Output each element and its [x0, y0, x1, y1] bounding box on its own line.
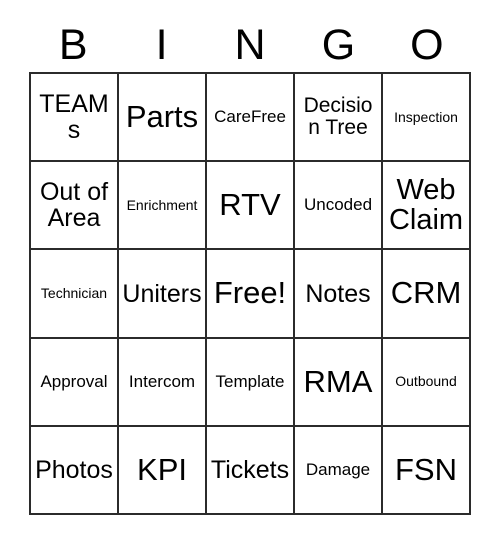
bingo-cell-r4c4[interactable]: RMA — [295, 338, 383, 427]
bingo-cell-r3c1[interactable]: Technician — [31, 250, 119, 339]
bingo-cell-r2c3[interactable]: RTV — [207, 162, 295, 251]
bingo-grid-row: Out of Area Enrichment RTV Uncoded Web C… — [31, 162, 471, 251]
bingo-cell-label: Technician — [40, 285, 108, 302]
bingo-cell-label: Tickets — [210, 455, 290, 484]
bingo-header-letter-n: N — [234, 20, 266, 69]
bingo-cell-label: Parts — [125, 98, 199, 134]
bingo-cell-r4c1[interactable]: Approval — [31, 338, 119, 427]
bingo-cell-label: Inspection — [394, 108, 458, 125]
bingo-cell-label: Approval — [40, 371, 108, 391]
bingo-cell-r3c2[interactable]: Uniters — [119, 250, 207, 339]
bingo-free-space-label: Free! — [213, 275, 287, 311]
bingo-cell-label: KPI — [137, 451, 187, 487]
bingo-cell-label: FSN — [395, 451, 457, 487]
bingo-grid-row: Technician Uniters Free! Notes CRM — [31, 250, 471, 339]
bingo-grid-row: Photos KPI Tickets Damage FSN — [31, 426, 471, 516]
bingo-cell-label: TEAMs — [39, 90, 109, 145]
bingo-cell-r5c4[interactable]: Damage — [295, 426, 383, 516]
bingo-cell-r4c3[interactable]: Template — [207, 338, 295, 427]
bingo-cell-r1c2[interactable]: Parts — [119, 74, 207, 163]
bingo-cell-r3c5[interactable]: CRM — [383, 250, 471, 339]
bingo-cell-label: RMA — [303, 363, 373, 399]
bingo-cell-label: CareFree — [214, 107, 286, 127]
bingo-cell-r2c5[interactable]: Web Claim — [383, 162, 471, 251]
bingo-grid: TEAMs Parts CareFree Decision Tree Inspe… — [29, 72, 471, 516]
bingo-cell-label: Template — [215, 371, 285, 391]
bingo-header-letter-g: G — [321, 20, 356, 69]
bingo-cell-free-space[interactable]: Free! — [207, 250, 295, 339]
bingo-header-letter-o: O — [410, 20, 444, 69]
bingo-cell-r1c3[interactable]: CareFree — [207, 74, 295, 163]
bingo-cell-r3c4[interactable]: Notes — [295, 250, 383, 339]
bingo-header-row: B I N G O — [29, 18, 471, 72]
bingo-cell-r1c4[interactable]: Decision Tree — [295, 74, 383, 163]
bingo-cell-r2c2[interactable]: Enrichment — [119, 162, 207, 251]
bingo-cell-r4c5[interactable]: Outbound — [383, 338, 471, 427]
bingo-cell-label: Outbound — [395, 373, 457, 390]
bingo-cell-r1c1[interactable]: TEAMs — [31, 74, 119, 163]
bingo-cell-r5c1[interactable]: Photos — [31, 426, 119, 516]
bingo-header-letter-b: B — [58, 20, 88, 69]
bingo-cell-label: Enrichment — [126, 197, 198, 214]
bingo-cell-label: Out of Area — [39, 178, 109, 233]
bingo-cell-label: Intercom — [128, 371, 196, 391]
bingo-cell-label: Decision Tree — [303, 94, 373, 140]
bingo-grid-row: TEAMs Parts CareFree Decision Tree Inspe… — [31, 74, 471, 163]
bingo-cell-label: Uniters — [122, 279, 202, 308]
bingo-cell-label: RTV — [219, 187, 281, 223]
bingo-cell-r5c2[interactable]: KPI — [119, 426, 207, 516]
bingo-cell-r4c2[interactable]: Intercom — [119, 338, 207, 427]
bingo-cell-r1c5[interactable]: Inspection — [383, 74, 471, 163]
bingo-cell-label: Photos — [35, 455, 113, 484]
bingo-cell-label: Damage — [305, 460, 371, 480]
bingo-header-letter-i: I — [155, 20, 168, 69]
bingo-grid-row: Approval Intercom Template RMA Outbound — [31, 338, 471, 427]
bingo-cell-r5c5[interactable]: FSN — [383, 426, 471, 516]
bingo-cell-r2c1[interactable]: Out of Area — [31, 162, 119, 251]
bingo-cell-label: Web Claim — [388, 174, 464, 237]
bingo-card: B I N G O TEAMs Parts CareFree Decision … — [0, 0, 500, 544]
bingo-cell-r2c4[interactable]: Uncoded — [295, 162, 383, 251]
bingo-cell-label: Notes — [305, 279, 371, 308]
bingo-cell-r5c3[interactable]: Tickets — [207, 426, 295, 516]
bingo-cell-label: Uncoded — [303, 195, 373, 215]
bingo-cell-label: CRM — [390, 275, 462, 311]
